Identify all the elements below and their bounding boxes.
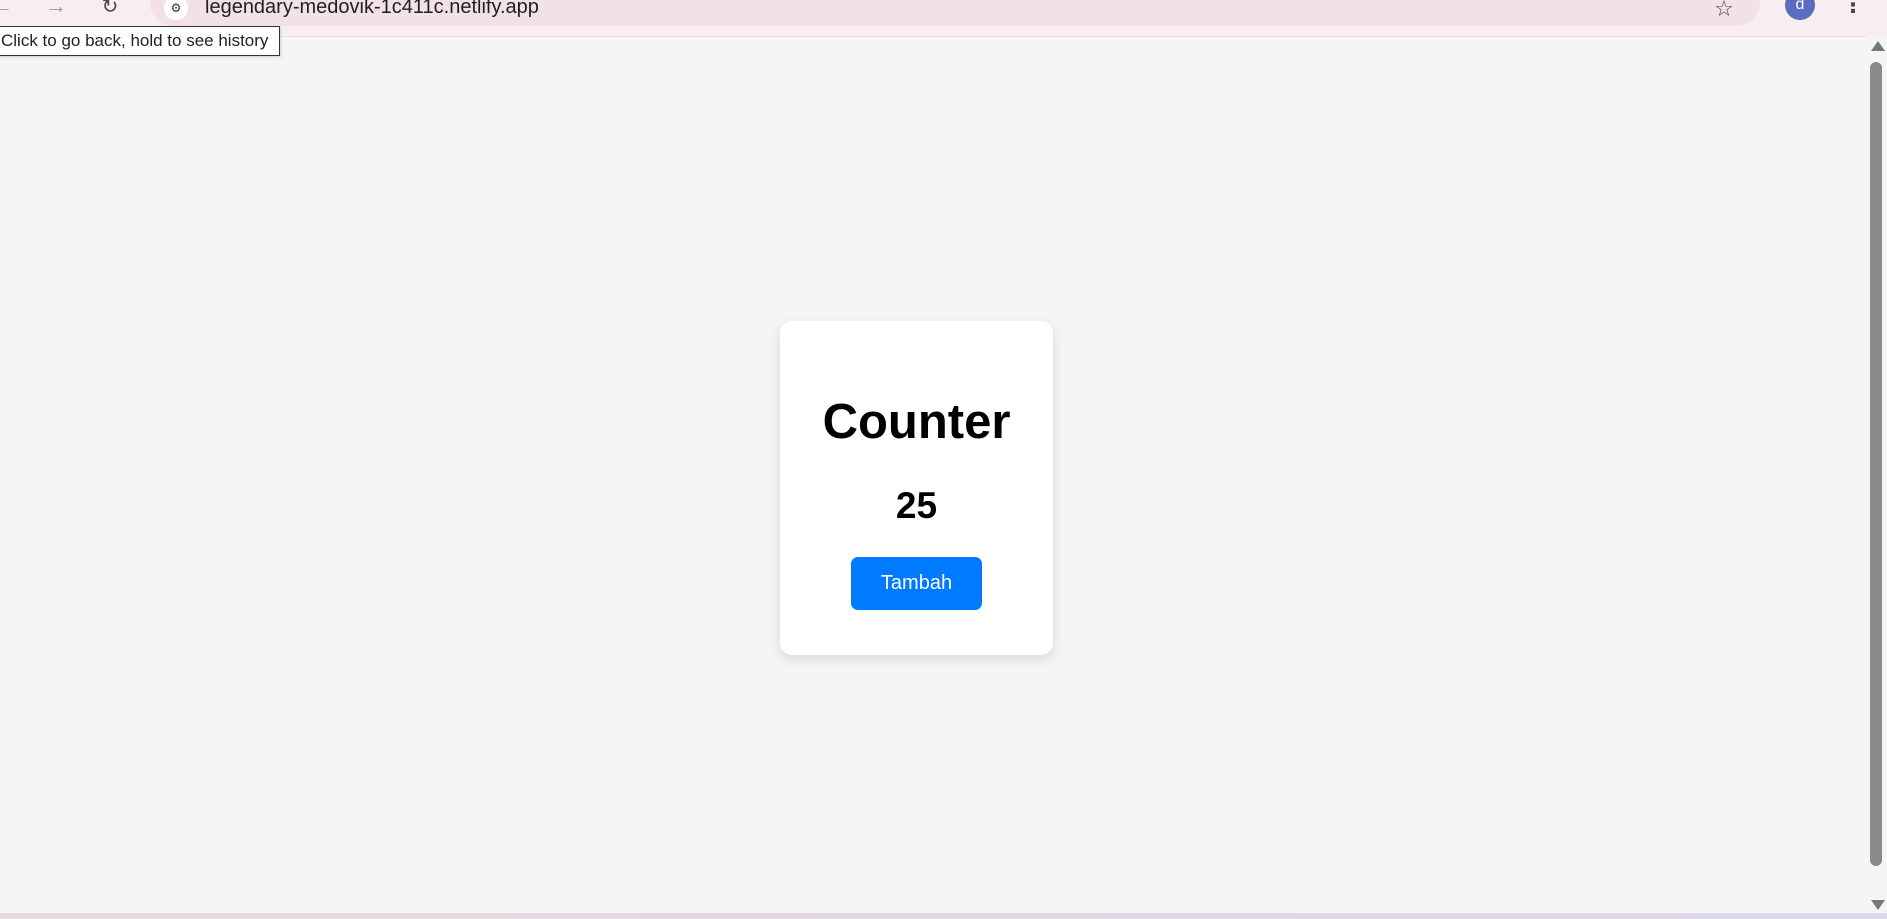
browser-menu-icon[interactable]: ⋮ (1842, 0, 1864, 18)
back-button-tooltip: Click to go back, hold to see history (0, 26, 281, 56)
vertical-scrollbar[interactable] (1866, 36, 1887, 913)
counter-card: Counter 25 Tambah (780, 321, 1053, 655)
window-bottom-edge (0, 913, 1887, 919)
increment-button[interactable]: Tambah (851, 557, 982, 610)
scrollbar-thumb[interactable] (1870, 62, 1882, 866)
counter-value: 25 (895, 485, 938, 526)
bookmark-star-icon[interactable]: ☆ (1710, 0, 1738, 23)
site-info-icon[interactable]: ⚙ (164, 0, 188, 20)
reload-icon[interactable]: ↻ (96, 0, 124, 20)
scroll-up-arrow-icon[interactable] (1871, 41, 1885, 51)
browser-toolbar: ← → ↻ ⚙ legendary-medovik-1c411c.netlify… (0, 0, 1887, 37)
address-bar[interactable]: ⚙ legendary-medovik-1c411c.netlify.app ☆ (150, 0, 1760, 26)
back-arrow-icon[interactable]: ← (0, 0, 16, 20)
forward-arrow-icon[interactable]: → (42, 0, 70, 20)
counter-title: Counter (822, 395, 1011, 449)
scroll-down-arrow-icon[interactable] (1871, 900, 1885, 910)
profile-avatar[interactable]: d (1785, 0, 1815, 20)
url-text[interactable]: legendary-medovik-1c411c.netlify.app (205, 0, 539, 19)
